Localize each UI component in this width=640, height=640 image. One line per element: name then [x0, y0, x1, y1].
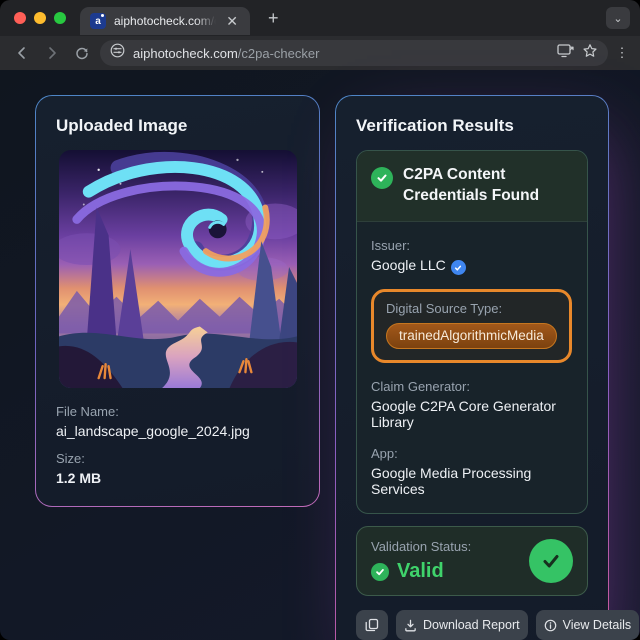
site-favicon-icon: a — [90, 13, 106, 29]
send-to-device-icon[interactable] — [557, 43, 574, 63]
forward-button[interactable] — [40, 41, 64, 65]
traffic-lights — [0, 12, 80, 24]
credentials-details: Issuer: Google LLC Digital Source Type: … — [357, 222, 587, 513]
validation-status-value: Valid — [397, 560, 444, 583]
zoom-window-button[interactable] — [54, 12, 66, 24]
uploaded-image-title: Uploaded Image — [56, 116, 188, 135]
file-size-field: Size: 1.2 MB — [56, 451, 299, 486]
url-path: /c2pa-checker — [237, 45, 320, 61]
file-size-label: Size: — [56, 451, 85, 466]
back-button[interactable] — [10, 41, 34, 65]
site-info-icon[interactable] — [110, 43, 125, 63]
valid-check-icon — [371, 562, 389, 581]
browser-window: a aiphotocheck.com/c2pa-ch ✕ + ⌄ aiphoto… — [0, 0, 640, 640]
file-name-field: File Name: ai_landscape_google_2024.jpg — [56, 404, 299, 439]
app-value: Google Media Processing Services — [371, 465, 532, 498]
uploaded-image-preview[interactable] — [58, 150, 297, 388]
view-details-button[interactable]: View Details — [535, 610, 640, 640]
new-tab-button[interactable]: + — [262, 6, 285, 31]
validation-status-label: Validation Status: — [371, 539, 472, 555]
file-size-value: 1.2 MB — [56, 470, 102, 486]
info-icon — [544, 619, 556, 632]
digital-source-type-highlight: Digital Source Type: trainedAlgorithmicM… — [371, 289, 572, 364]
browser-menu-icon[interactable]: ⋮ — [614, 46, 630, 59]
minimize-window-button[interactable] — [34, 12, 46, 24]
copy-button[interactable] — [356, 610, 388, 640]
digital-source-type-label: Digital Source Type: — [386, 301, 503, 317]
reload-button[interactable] — [70, 41, 94, 65]
ai-landscape-artwork — [58, 150, 297, 388]
page-content: Uploaded Image File Name: ai_landscape_g… — [0, 70, 640, 640]
app-field: App: Google Media Processing Services — [371, 446, 573, 497]
bookmark-star-icon[interactable] — [582, 43, 598, 64]
download-icon — [405, 619, 416, 632]
file-name-value: ai_landscape_google_2024.jpg — [56, 423, 250, 439]
url-text[interactable]: aiphotocheck.com/c2pa-checker — [133, 46, 549, 61]
issuer-field: Issuer: Google LLC — [371, 238, 573, 276]
address-bar[interactable]: aiphotocheck.com/c2pa-checker — [100, 40, 608, 66]
url-host: aiphotocheck.com — [133, 45, 238, 61]
uploaded-image-card: Uploaded Image File Name: ai_landscape_g… — [35, 95, 320, 507]
close-window-button[interactable] — [14, 12, 26, 24]
verification-results-card: Verification Results C2PA Content Creden… — [335, 95, 640, 640]
issuer-label: Issuer: — [371, 237, 411, 253]
tab-search-chevron-icon[interactable]: ⌄ — [606, 7, 630, 29]
browser-toolbar: aiphotocheck.com/c2pa-checker ⋮ — [0, 36, 640, 70]
digital-source-type-value: trainedAlgorithmicMedia — [386, 323, 557, 350]
tab-strip: a aiphotocheck.com/c2pa-ch ✕ + ⌄ — [0, 0, 640, 36]
validation-status-panel: Validation Status: Valid — [356, 526, 588, 597]
actions-row: Download Report View Details — [356, 610, 640, 640]
browser-tab[interactable]: a aiphotocheck.com/c2pa-ch ✕ — [80, 7, 250, 35]
success-check-icon — [371, 167, 393, 189]
verified-badge-icon — [450, 260, 466, 276]
credentials-panel: C2PA Content Credentials Found Issuer: G… — [356, 150, 588, 515]
credentials-status-header: C2PA Content Credentials Found — [357, 151, 587, 222]
tab-title: aiphotocheck.com/c2pa-ch — [114, 14, 216, 28]
big-valid-check-icon — [529, 539, 573, 584]
credentials-status-text: C2PA Content Credentials Found — [403, 166, 540, 204]
verification-results-title: Verification Results — [356, 116, 514, 135]
claim-generator-field: Claim Generator: Google C2PA Core Genera… — [371, 379, 573, 430]
file-name-label: File Name: — [56, 404, 119, 419]
claim-generator-label: Claim Generator: — [371, 379, 470, 395]
issuer-value: Google LLC — [371, 257, 573, 276]
claim-generator-value: Google C2PA Core Generator Library — [371, 398, 556, 431]
download-report-button[interactable]: Download Report — [396, 610, 528, 640]
tab-close-icon[interactable]: ✕ — [224, 12, 240, 30]
copy-icon — [365, 619, 379, 632]
app-label: App: — [371, 446, 398, 462]
